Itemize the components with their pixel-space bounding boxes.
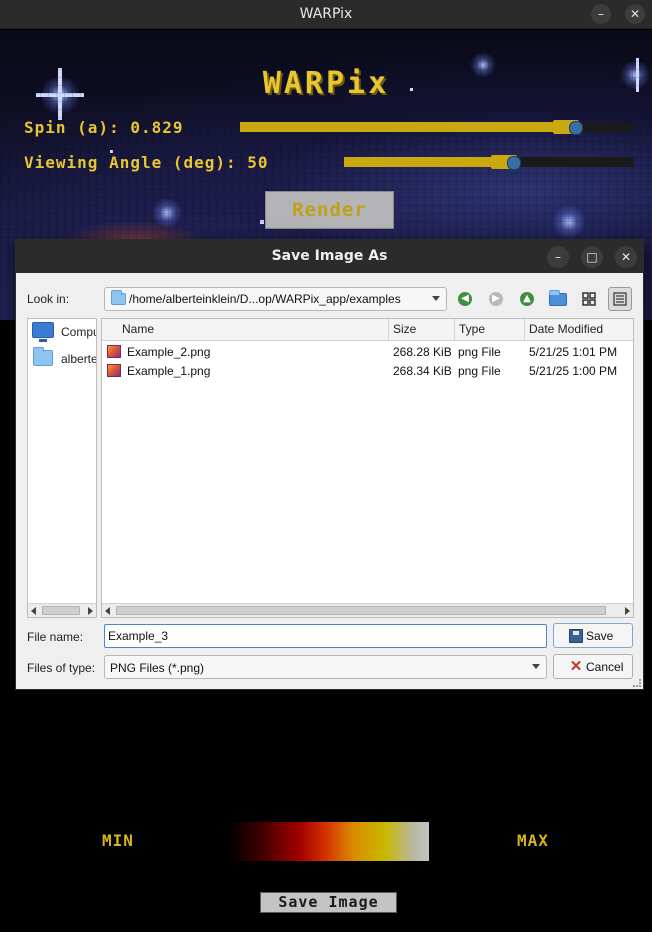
sidebar-item-label: alberteinklein	[61, 352, 97, 366]
look-in-label: Look in:	[27, 292, 70, 306]
column-header-type[interactable]: Type	[454, 319, 524, 341]
look-in-path: /home/alberteinklein/D...op/WARPix_app/e…	[129, 292, 401, 306]
dialog-close-button[interactable]: ✕	[615, 246, 637, 268]
colorbar-max-label: MAX	[517, 831, 549, 850]
new-folder-button[interactable]	[546, 287, 570, 311]
app-heading: WARPix	[262, 66, 390, 101]
save-image-button[interactable]: Save Image	[260, 892, 397, 913]
file-type-selected-value: PNG Files (*.png)	[110, 661, 205, 675]
look-in-combobox[interactable]: /home/alberteinklein/D...op/WARPix_app/e…	[104, 287, 447, 311]
places-sidebar: Computer alberteinklein	[27, 318, 97, 618]
spin-slider[interactable]	[240, 120, 634, 135]
arrow-left-icon: ◀	[458, 292, 472, 306]
arrow-right-icon: ▶	[489, 292, 503, 306]
file-type: png File	[458, 364, 501, 378]
files-of-type-label: Files of type:	[27, 661, 96, 675]
floppy-disk-icon	[569, 629, 583, 643]
scroll-left-icon[interactable]	[31, 607, 36, 615]
colorbar-min-label: MIN	[102, 831, 134, 850]
file-name-input[interactable]	[104, 624, 547, 648]
forward-button[interactable]: ▶	[484, 287, 508, 311]
dialog-titlebar: Save Image As – □ ✕	[16, 240, 643, 273]
file-date-modified: 5/21/25 1:01 PM	[529, 345, 618, 359]
star	[260, 220, 264, 224]
file-size: 268.34 KiB	[393, 364, 452, 378]
viewing-angle-slider-fill	[344, 157, 505, 167]
column-header-date-modified[interactable]: Date Modified	[524, 319, 633, 341]
cancel-button[interactable]: ✕ Cancel	[553, 654, 633, 679]
viewing-angle-slider-handle[interactable]	[491, 155, 521, 170]
star	[552, 205, 586, 239]
list-view-icon	[613, 292, 627, 306]
folder-icon	[111, 290, 126, 305]
arrow-up-icon: ▲	[520, 292, 534, 306]
grid-view-icon	[582, 292, 596, 306]
icon-view-button[interactable]	[577, 287, 601, 311]
spin-slider-handle[interactable]	[553, 120, 583, 135]
folder-icon	[33, 347, 53, 366]
file-list: Name Size Type Date Modified Example_2.p…	[101, 318, 634, 618]
sidebar-horizontal-scrollbar[interactable]	[28, 603, 96, 617]
close-button[interactable]: ✕	[625, 4, 645, 24]
scroll-right-icon[interactable]	[625, 607, 630, 615]
dialog-maximize-button[interactable]: □	[581, 246, 603, 268]
file-row[interactable]: Example_1.png 268.34 KiB png File 5/21/2…	[102, 361, 633, 380]
save-button[interactable]: Save	[553, 623, 633, 648]
scroll-right-icon[interactable]	[88, 607, 93, 615]
column-header-name[interactable]: Name	[118, 319, 388, 341]
minimize-button[interactable]: –	[591, 4, 611, 24]
cancel-button-label: Cancel	[586, 660, 624, 674]
file-name: Example_1.png	[127, 364, 211, 378]
file-date-modified: 5/21/25 1:00 PM	[529, 364, 618, 378]
file-row[interactable]: Example_2.png 268.28 KiB png File 5/21/2…	[102, 342, 633, 361]
star	[152, 198, 182, 228]
png-file-icon	[107, 364, 121, 377]
save-button-label: Save	[586, 629, 614, 643]
sidebar-item-home[interactable]: alberteinklein	[32, 347, 97, 370]
colorbar-gradient	[229, 822, 429, 861]
save-image-dialog: Save Image As – □ ✕ Look in: /home/alber…	[15, 239, 644, 690]
file-type-select[interactable]: PNG Files (*.png)	[104, 655, 547, 679]
spin-label: Spin (a): 0.829	[24, 118, 184, 137]
column-header-size[interactable]: Size	[388, 319, 454, 341]
computer-icon	[32, 322, 54, 342]
file-list-header: Name Size Type Date Modified	[102, 319, 633, 341]
back-button[interactable]: ◀	[453, 287, 477, 311]
scrollbar-thumb[interactable]	[116, 606, 606, 615]
scrollbar-thumb[interactable]	[42, 606, 80, 615]
scroll-left-icon[interactable]	[105, 607, 110, 615]
detail-view-button[interactable]	[608, 287, 632, 311]
new-folder-icon	[549, 290, 567, 306]
chevron-down-icon	[532, 664, 540, 669]
render-button[interactable]: Render	[265, 191, 394, 229]
spin-slider-fill	[240, 122, 567, 132]
chevron-down-icon	[432, 296, 440, 301]
parent-directory-button[interactable]: ▲	[515, 287, 539, 311]
file-size: 268.28 KiB	[393, 345, 452, 359]
dialog-minimize-button[interactable]: –	[547, 246, 569, 268]
file-type: png File	[458, 345, 501, 359]
png-file-icon	[107, 345, 121, 358]
file-name-label: File name:	[27, 630, 84, 644]
viewing-angle-slider[interactable]	[344, 155, 634, 170]
sidebar-item-label: Computer	[61, 325, 96, 339]
sidebar-item-computer[interactable]: Computer	[32, 321, 96, 343]
cancel-x-icon: ✕	[569, 658, 583, 675]
resize-grip[interactable]	[633, 679, 641, 687]
file-list-horizontal-scrollbar[interactable]	[102, 603, 633, 617]
viewing-angle-label: Viewing Angle (deg): 50	[24, 153, 269, 172]
file-name: Example_2.png	[127, 345, 211, 359]
app-window-title: WARPix	[299, 6, 353, 22]
app-titlebar: WARPix – ✕	[0, 0, 652, 29]
